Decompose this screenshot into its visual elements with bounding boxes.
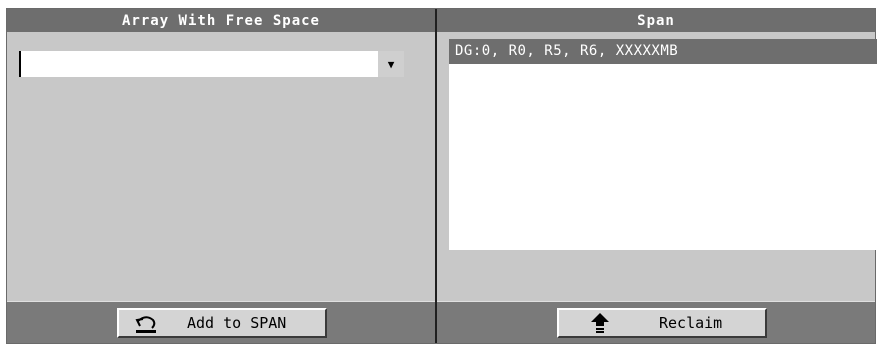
reclaim-button[interactable]: Reclaim [557,308,767,338]
span-listbox[interactable]: DG:0, R0, R5, R6, XXXXXMB [449,39,877,250]
span-header: Span [437,9,875,32]
span-pane: Span DG:0, R0, R5, R6, XXXXXMB Reclaim [437,9,877,343]
right-footer: Reclaim [437,301,875,343]
array-free-space-pane: Array With Free Space ▼ Add to SPAN [7,9,435,343]
span-item-label: DG:0, R0, R5, R6, XXXXXMB [455,43,679,59]
raid-span-dialog: Array With Free Space ▼ Add to SPAN Span [6,8,877,344]
list-item[interactable]: DG:0, R0, R5, R6, XXXXXMB [449,39,877,64]
left-footer: Add to SPAN [7,301,435,343]
dropdown-arrow-icon[interactable]: ▼ [378,51,404,77]
array-free-space-header: Array With Free Space [7,9,435,32]
up-arrow-icon [585,312,615,334]
undo-arrow-icon [131,312,161,334]
add-to-span-label: Add to SPAN [187,314,287,332]
add-to-span-button[interactable]: Add to SPAN [117,308,327,338]
reclaim-label: Reclaim [659,314,723,332]
array-select-dropdown[interactable]: ▼ [19,51,404,77]
